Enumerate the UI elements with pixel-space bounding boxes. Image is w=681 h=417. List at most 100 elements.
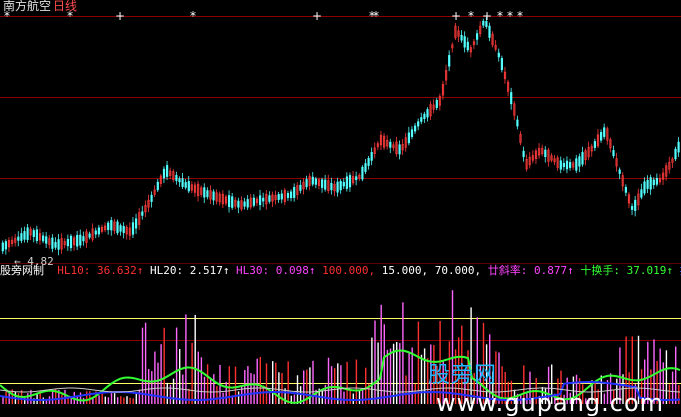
candle-body <box>355 176 358 181</box>
candle-body <box>243 201 246 207</box>
candle-body <box>178 178 181 183</box>
candle-body <box>203 187 206 198</box>
candle-body <box>41 235 45 242</box>
candle-body <box>460 34 463 41</box>
candle-body <box>311 176 314 185</box>
candle-body <box>612 150 615 157</box>
candle-body <box>426 109 429 118</box>
signal-marker: + <box>312 9 322 23</box>
indicator-item: 廿斜率: 0.877↑ <box>481 264 574 277</box>
candle-body <box>162 168 166 179</box>
candle-body <box>280 193 283 200</box>
candle-body <box>562 162 565 168</box>
candle-body <box>599 132 603 141</box>
candle-body <box>652 179 655 186</box>
signal-marker: * <box>190 9 196 23</box>
candle-body <box>345 176 349 189</box>
candle-body <box>166 165 169 177</box>
candle-body <box>305 179 308 188</box>
candle-body <box>135 218 138 229</box>
candle-body <box>246 199 249 208</box>
candle-body <box>500 58 504 70</box>
candle-body <box>423 113 426 119</box>
candle-body <box>488 25 491 38</box>
candle-body <box>122 226 125 234</box>
signal-marker: * <box>507 9 513 23</box>
watermark-cn: 股旁网 <box>428 363 498 388</box>
candle-body <box>277 194 280 200</box>
signal-marker: * <box>373 9 379 23</box>
candle-body <box>544 149 547 158</box>
candle-body <box>212 191 215 201</box>
candle-body <box>618 169 621 174</box>
candle-body <box>116 221 119 234</box>
candle-body <box>237 200 240 208</box>
candle-body <box>119 225 122 232</box>
signal-marker: + <box>451 9 461 23</box>
candle-body <box>51 237 54 249</box>
indicator-item: HL10: 36.632↑ <box>50 264 144 277</box>
candle-body <box>293 186 296 198</box>
signal-marker: + <box>115 9 125 23</box>
candle-body <box>342 181 345 187</box>
candle-body <box>640 189 643 198</box>
candle-body <box>413 125 417 132</box>
candle-body <box>389 141 392 148</box>
candle-body <box>286 193 290 198</box>
candle-body <box>466 41 469 51</box>
candle-body <box>289 191 293 199</box>
candle-body <box>206 190 209 198</box>
candle-body <box>258 195 262 205</box>
candle-body <box>252 197 256 206</box>
indicator-item: 70.000, <box>428 264 482 277</box>
candle-body <box>88 233 91 238</box>
candle-body <box>299 184 302 191</box>
candle-body <box>510 92 513 105</box>
candle-body <box>643 181 646 194</box>
chart-canvas[interactable]: * * + * + ** + * + * * * <box>0 0 681 409</box>
candle-body <box>522 150 525 158</box>
indicator-item: HL30: 0.098↑ <box>229 264 316 277</box>
candle-body <box>228 195 231 208</box>
candle-body <box>45 236 48 244</box>
watermark-url: www.gupang.com <box>436 389 665 417</box>
period-label[interactable]: 日线 <box>53 0 77 13</box>
candle-body <box>674 148 677 160</box>
candle-body <box>131 222 135 235</box>
signal-marker: * <box>497 9 503 23</box>
candle-body <box>82 236 85 242</box>
watermark: 股旁网www.gupang.com <box>428 357 681 417</box>
indicator-name[interactable]: 股旁网制 <box>0 264 44 277</box>
signal-marker: * <box>468 9 474 23</box>
candle-body <box>364 163 367 172</box>
candle-body <box>593 141 596 148</box>
indicator-item: 15.000, <box>375 264 429 277</box>
candle-body <box>324 179 327 190</box>
candle-body <box>559 160 562 170</box>
candle-body <box>578 156 581 167</box>
grid-lines <box>0 16 681 384</box>
candle-body <box>336 181 339 193</box>
candle-body <box>417 121 420 127</box>
candle-body <box>79 234 82 246</box>
candle-body <box>677 141 680 153</box>
candle-body <box>175 175 178 181</box>
candle-body <box>339 181 342 191</box>
candle-body <box>603 127 606 137</box>
candle-body <box>367 158 370 166</box>
candle-body <box>575 158 578 171</box>
candlestick-series[interactable] <box>1 16 680 256</box>
candle-body <box>320 179 324 188</box>
candle-body <box>646 180 649 189</box>
candle-body <box>97 227 100 235</box>
candle-body <box>69 235 73 249</box>
candle-body <box>35 229 38 241</box>
candle-body <box>32 230 35 237</box>
candle-body <box>581 152 584 165</box>
candle-body <box>268 195 271 202</box>
candle-body <box>497 52 500 58</box>
candle-body <box>516 119 519 127</box>
candle-body <box>262 197 265 202</box>
candle-body <box>57 239 60 250</box>
indicator-item: 十换手: 37.019↑ <box>573 264 673 277</box>
